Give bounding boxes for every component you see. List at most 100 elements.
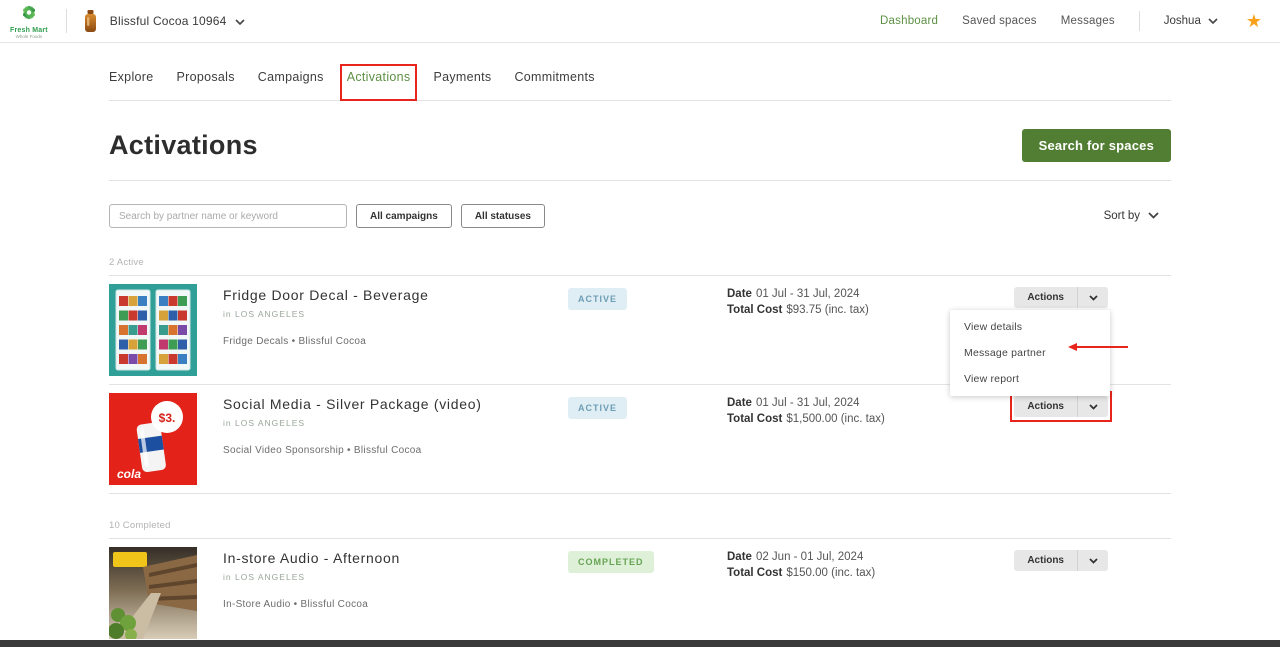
search-input[interactable] [109, 204, 347, 228]
brand-logo [83, 9, 98, 33]
actions-menu-wrapper: Actions [1014, 550, 1108, 571]
menu-item-view-report[interactable]: View report [950, 366, 1110, 392]
activation-info: In-store Audio - Afternoon in LOS ANGELE… [223, 547, 568, 639]
date-label: Date [727, 288, 752, 300]
chevron-down-icon[interactable] [1078, 558, 1108, 564]
activation-meta: Social Video Sponsorship • Blissful Coco… [223, 445, 568, 456]
activation-location: in LOS ANGELES [223, 572, 568, 582]
status-column: COMPLETED [568, 547, 727, 639]
activation-title[interactable]: Fridge Door Decal - Beverage [223, 287, 568, 303]
tab-activations-label: Activations [347, 70, 411, 84]
status-badge: ACTIVE [568, 397, 627, 419]
nav-dashboard[interactable]: Dashboard [880, 15, 938, 27]
menu-item-view-details[interactable]: View details [950, 314, 1110, 340]
activation-thumbnail[interactable]: $3. cola [109, 393, 197, 485]
chevron-down-icon[interactable] [1078, 404, 1108, 410]
actions-button-label: Actions [1014, 401, 1077, 412]
logo-tagline: Whole Foods [16, 35, 43, 40]
logo-name: Fresh Mart [10, 27, 48, 34]
nav-messages[interactable]: Messages [1061, 15, 1115, 27]
campaigns-filter-button[interactable]: All campaigns [356, 204, 452, 228]
activation-thumbnail[interactable] [109, 547, 197, 639]
activation-thumbnail[interactable] [109, 284, 197, 376]
user-menu[interactable]: Joshua [1164, 15, 1218, 27]
date-column: Date 01 Jul - 31 Jul, 2024 Total Cost $1,5… [727, 393, 983, 485]
activation-row: $3. cola Social Media - Silver Package (… [109, 385, 1171, 493]
actions-button-label: Actions [1014, 292, 1077, 303]
actions-column: Actions View details Message partner Vie… [1014, 284, 1108, 376]
tab-proposals[interactable]: Proposals [176, 70, 234, 84]
status-column: ACTIVE [568, 284, 727, 376]
divider [109, 180, 1171, 181]
activation-title[interactable]: In-store Audio - Afternoon [223, 550, 568, 566]
org-selector-label: Blissful Cocoa 10964 [110, 14, 227, 28]
actions-column: Actions [1014, 393, 1108, 485]
actions-dropdown-menu: View details Message partner View report [950, 310, 1110, 396]
actions-button-label: Actions [1014, 555, 1077, 566]
main-content: Explore Proposals Campaigns Activations … [0, 43, 1280, 647]
activation-title[interactable]: Social Media - Silver Package (video) [223, 396, 568, 412]
actions-button[interactable]: Actions [1014, 396, 1108, 417]
tab-commitments[interactable]: Commitments [514, 70, 594, 84]
tab-activations[interactable]: Activations [347, 70, 411, 84]
activation-location: in LOS ANGELES [223, 418, 568, 428]
actions-menu-wrapper: Actions View details Message partner Vie… [1014, 287, 1108, 308]
nav-divider [1139, 11, 1140, 31]
activation-meta: Fridge Decals • Blissful Cocoa [223, 336, 568, 347]
status-badge: COMPLETED [568, 551, 654, 573]
date-value: 01 Jul - 31 Jul, 2024 [756, 397, 860, 409]
actions-column: Actions [1014, 547, 1108, 639]
tab-bar: Explore Proposals Campaigns Activations … [109, 43, 1171, 100]
activation-row: Fridge Door Decal - Beverage in LOS ANGE… [109, 276, 1171, 384]
divider [109, 493, 1171, 494]
chevron-down-icon [235, 14, 245, 28]
statuses-filter-button[interactable]: All statuses [461, 204, 545, 228]
actions-button[interactable]: Actions [1014, 550, 1108, 571]
activation-location: in LOS ANGELES [223, 309, 568, 319]
cost-value: $150.00 (inc. tax) [786, 567, 875, 579]
activation-info: Social Media - Silver Package (video) in… [223, 393, 568, 485]
cost-value: $1,500.00 (inc. tax) [786, 413, 884, 425]
date-label: Date [727, 397, 752, 409]
tab-payments[interactable]: Payments [433, 70, 491, 84]
section-heading-active: 2 Active [109, 257, 1171, 268]
cola-brand-text: cola [117, 467, 141, 481]
actions-menu-wrapper: Actions [1014, 396, 1108, 417]
user-name: Joshua [1164, 15, 1201, 27]
activation-row: In-store Audio - Afternoon in LOS ANGELE… [109, 539, 1171, 647]
freshmart-logo[interactable]: Fresh Mart Whole Foods [10, 3, 48, 40]
date-column: Date 02 Jun - 01 Jul, 2024 Total Cost $150… [727, 547, 983, 639]
date-column: Date 01 Jul - 31 Jul, 2024 Total Cost $93.… [727, 284, 983, 376]
favorites-star-icon[interactable]: ★ [1246, 12, 1262, 30]
cost-label: Total Cost [727, 567, 782, 579]
header-divider [66, 9, 67, 33]
sort-by-dropdown[interactable]: Sort by [1104, 210, 1159, 222]
nav-saved-spaces[interactable]: Saved spaces [962, 15, 1037, 27]
tab-campaigns[interactable]: Campaigns [258, 70, 324, 84]
freshmart-logo-icon [16, 3, 42, 26]
activation-info: Fridge Door Decal - Beverage in LOS ANGE… [223, 284, 568, 376]
cost-value: $93.75 (inc. tax) [786, 304, 868, 316]
tab-explore[interactable]: Explore [109, 70, 153, 84]
cost-label: Total Cost [727, 304, 782, 316]
footer-strip [0, 640, 1280, 647]
date-label: Date [727, 551, 752, 563]
status-badge: ACTIVE [568, 288, 627, 310]
filter-bar: All campaigns All statuses Sort by [109, 204, 1171, 228]
page-title: Activations [109, 130, 258, 161]
status-column: ACTIVE [568, 393, 727, 485]
page-header: Activations Search for spaces [109, 129, 1171, 162]
date-value: 02 Jun - 01 Jul, 2024 [756, 551, 863, 563]
search-for-spaces-button[interactable]: Search for spaces [1022, 129, 1171, 162]
cost-label: Total Cost [727, 413, 782, 425]
top-bar: Fresh Mart Whole Foods Blissful Cocoa 10… [0, 0, 1280, 43]
chevron-down-icon [1208, 15, 1218, 27]
sort-by-label: Sort by [1104, 210, 1140, 222]
chevron-down-icon [1148, 210, 1159, 222]
chevron-down-icon[interactable] [1078, 295, 1108, 301]
date-value: 01 Jul - 31 Jul, 2024 [756, 288, 860, 300]
actions-button[interactable]: Actions [1014, 287, 1108, 308]
org-selector[interactable]: Blissful Cocoa 10964 [110, 14, 245, 28]
top-nav: Dashboard Saved spaces Messages Joshua ★ [880, 11, 1262, 31]
menu-item-message-partner[interactable]: Message partner [950, 340, 1110, 366]
